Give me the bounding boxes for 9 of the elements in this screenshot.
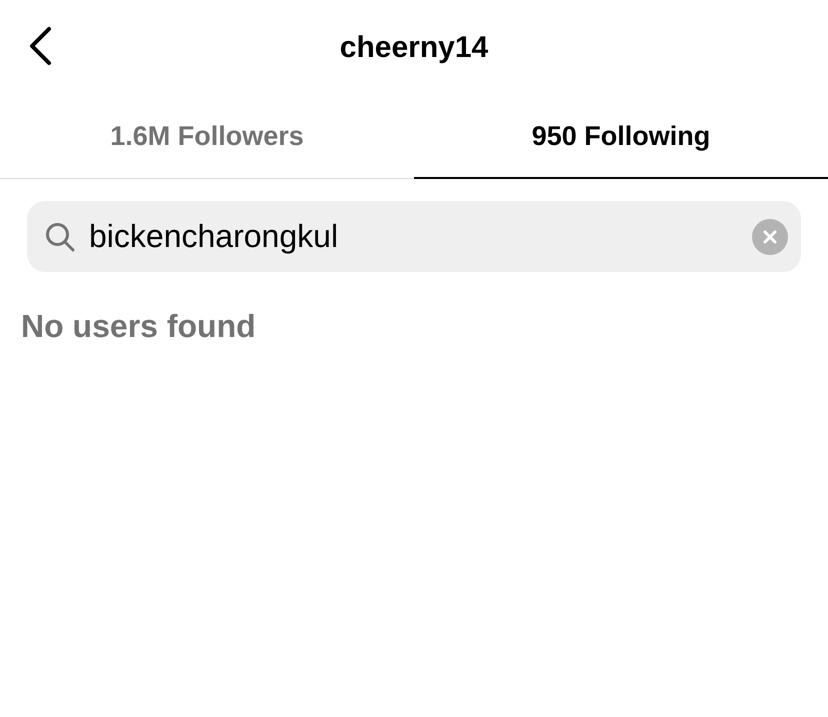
tab[interactable]: 1.6M Followers — [0, 96, 414, 179]
chevron-left-icon — [27, 26, 53, 66]
empty-message: No users found — [21, 308, 257, 345]
profile-username: cheerny14 — [340, 31, 488, 65]
tab[interactable]: 950 Following — [414, 96, 828, 179]
search-query: bickencharongkul — [89, 218, 340, 255]
search-field[interactable]: bickencharongkul — [27, 201, 801, 272]
close-icon — [763, 230, 777, 244]
search-icon — [45, 222, 75, 252]
